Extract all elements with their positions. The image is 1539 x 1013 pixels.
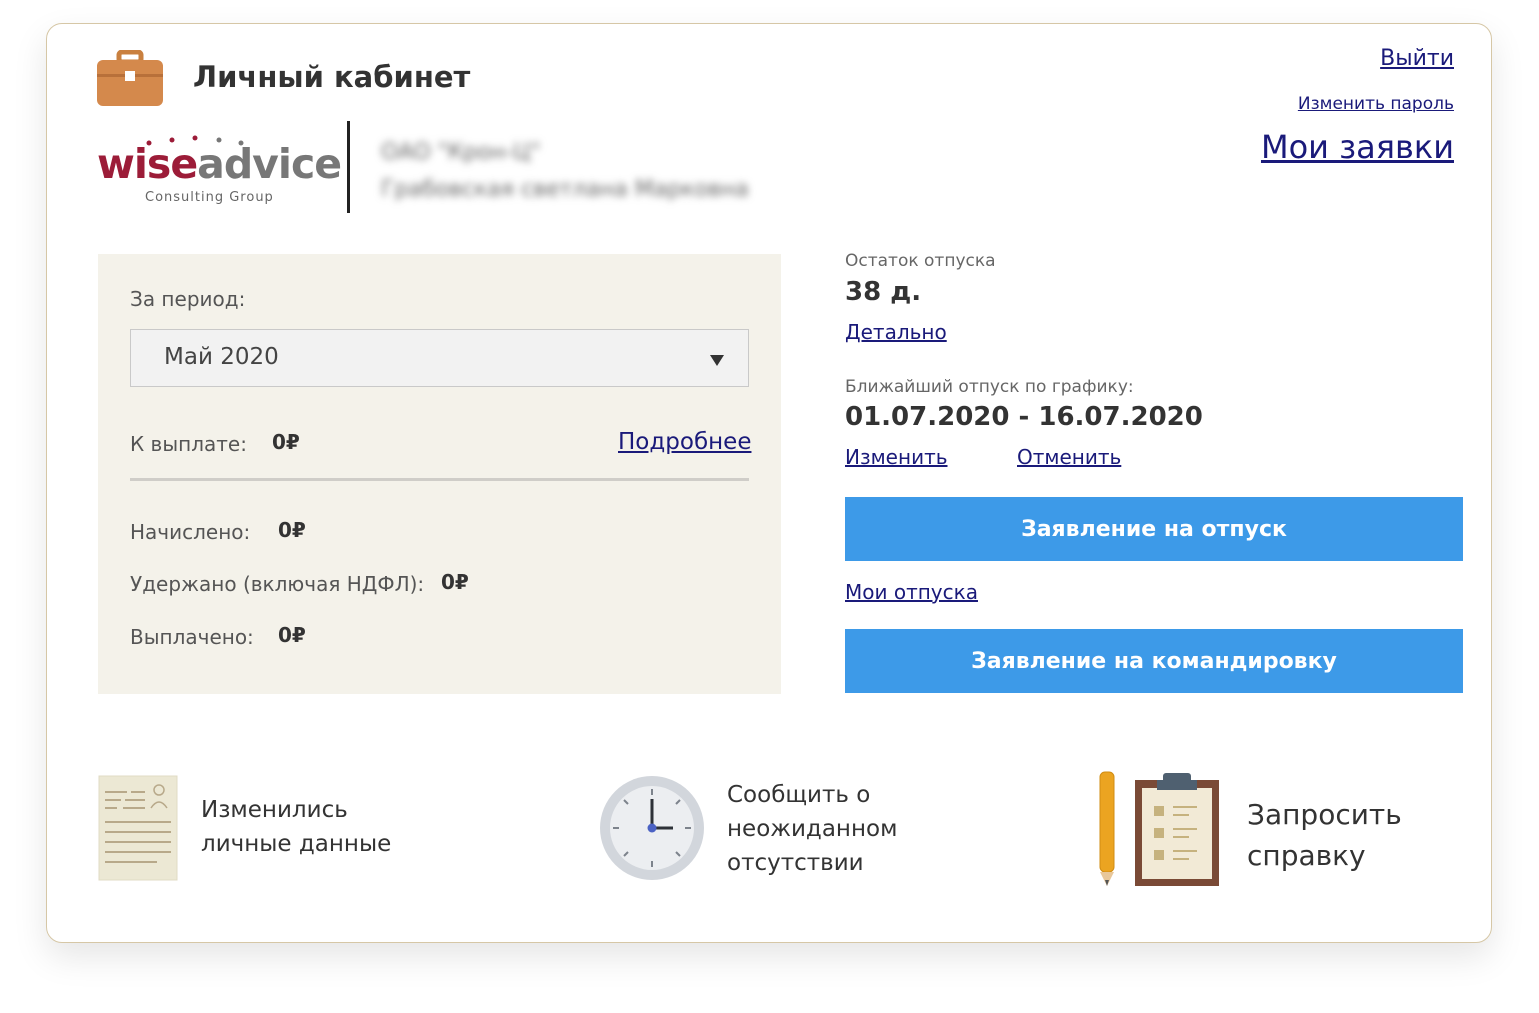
paid-label: Выплачено: [130, 625, 254, 649]
company-name: ОАО "Крон-Ц" [381, 140, 541, 165]
cancel-vacation-link[interactable]: Отменить [1017, 445, 1121, 469]
payroll-divider [130, 478, 749, 481]
accrued-label: Начислено: [130, 520, 251, 544]
tile-request-certificate[interactable]: Запросить справку [1097, 766, 1467, 896]
clock-icon [599, 775, 705, 885]
next-vacation-dates: 01.07.2020 - 16.07.2020 [845, 402, 1203, 432]
my-vacations-link[interactable]: Мои отпуска [845, 580, 978, 604]
header-divider [347, 121, 350, 213]
period-select-value: Май 2020 [164, 344, 279, 370]
to-pay-value: 0₽ [272, 430, 300, 454]
change-vacation-link[interactable]: Изменить [845, 445, 948, 469]
logout-link[interactable]: Выйти [1380, 46, 1454, 71]
logo-subtitle: Consulting Group [145, 190, 274, 205]
payroll-panel: За период: Май 2020 К выплате: 0₽ Подроб… [98, 254, 781, 694]
change-password-link[interactable]: Изменить пароль [1298, 94, 1454, 114]
logo-wordmark: wiseadvice [97, 140, 342, 188]
briefcase-icon [97, 49, 163, 108]
period-select[interactable]: Май 2020 [130, 329, 749, 387]
tile-request-certificate-text: Запросить справку [1247, 798, 1402, 872]
vacation-detail-link[interactable]: Детально [845, 320, 947, 344]
chevron-down-icon [710, 355, 724, 366]
tile-personal-data[interactable]: Изменились личные данные [97, 774, 497, 884]
vacation-balance-value: 38 д. [845, 277, 922, 307]
to-pay-label: К выплате: [130, 432, 247, 456]
my-requests-link[interactable]: Мои заявки [1261, 128, 1454, 166]
personal-account-card: Личный кабинет Выйти Изменить пароль Мои… [46, 23, 1492, 943]
company-info: ОАО "Крон-Ц" Грабовская светлана Марковн… [381, 134, 749, 208]
company-logo: wiseadvice Consulting Group [97, 134, 342, 214]
accrued-value: 0₽ [278, 518, 306, 542]
tile-personal-data-text: Изменились личные данные [201, 797, 392, 857]
document-person-icon [97, 774, 179, 886]
business-trip-request-button[interactable]: Заявление на командировку [845, 629, 1463, 693]
clipboard-pencil-icon [1097, 766, 1223, 894]
more-link[interactable]: Подробнее [618, 429, 751, 455]
employee-name: Грабовская светлана Марковна [381, 177, 749, 202]
page-title: Личный кабинет [193, 60, 471, 94]
withheld-value: 0₽ [441, 570, 469, 594]
period-label: За период: [130, 287, 246, 311]
paid-value: 0₽ [278, 623, 306, 647]
next-vacation-label: Ближайший отпуск по графику: [845, 377, 1134, 397]
vacation-balance-label: Остаток отпуска [845, 251, 996, 271]
tile-unexpected-absence[interactable]: Сообщить о неожиданном отсутствии [599, 774, 1019, 894]
tile-unexpected-absence-text: Сообщить о неожиданном отсутствии [727, 782, 898, 876]
vacation-request-button[interactable]: Заявление на отпуск [845, 497, 1463, 561]
withheld-label: Удержано (включая НДФЛ): [130, 572, 425, 596]
